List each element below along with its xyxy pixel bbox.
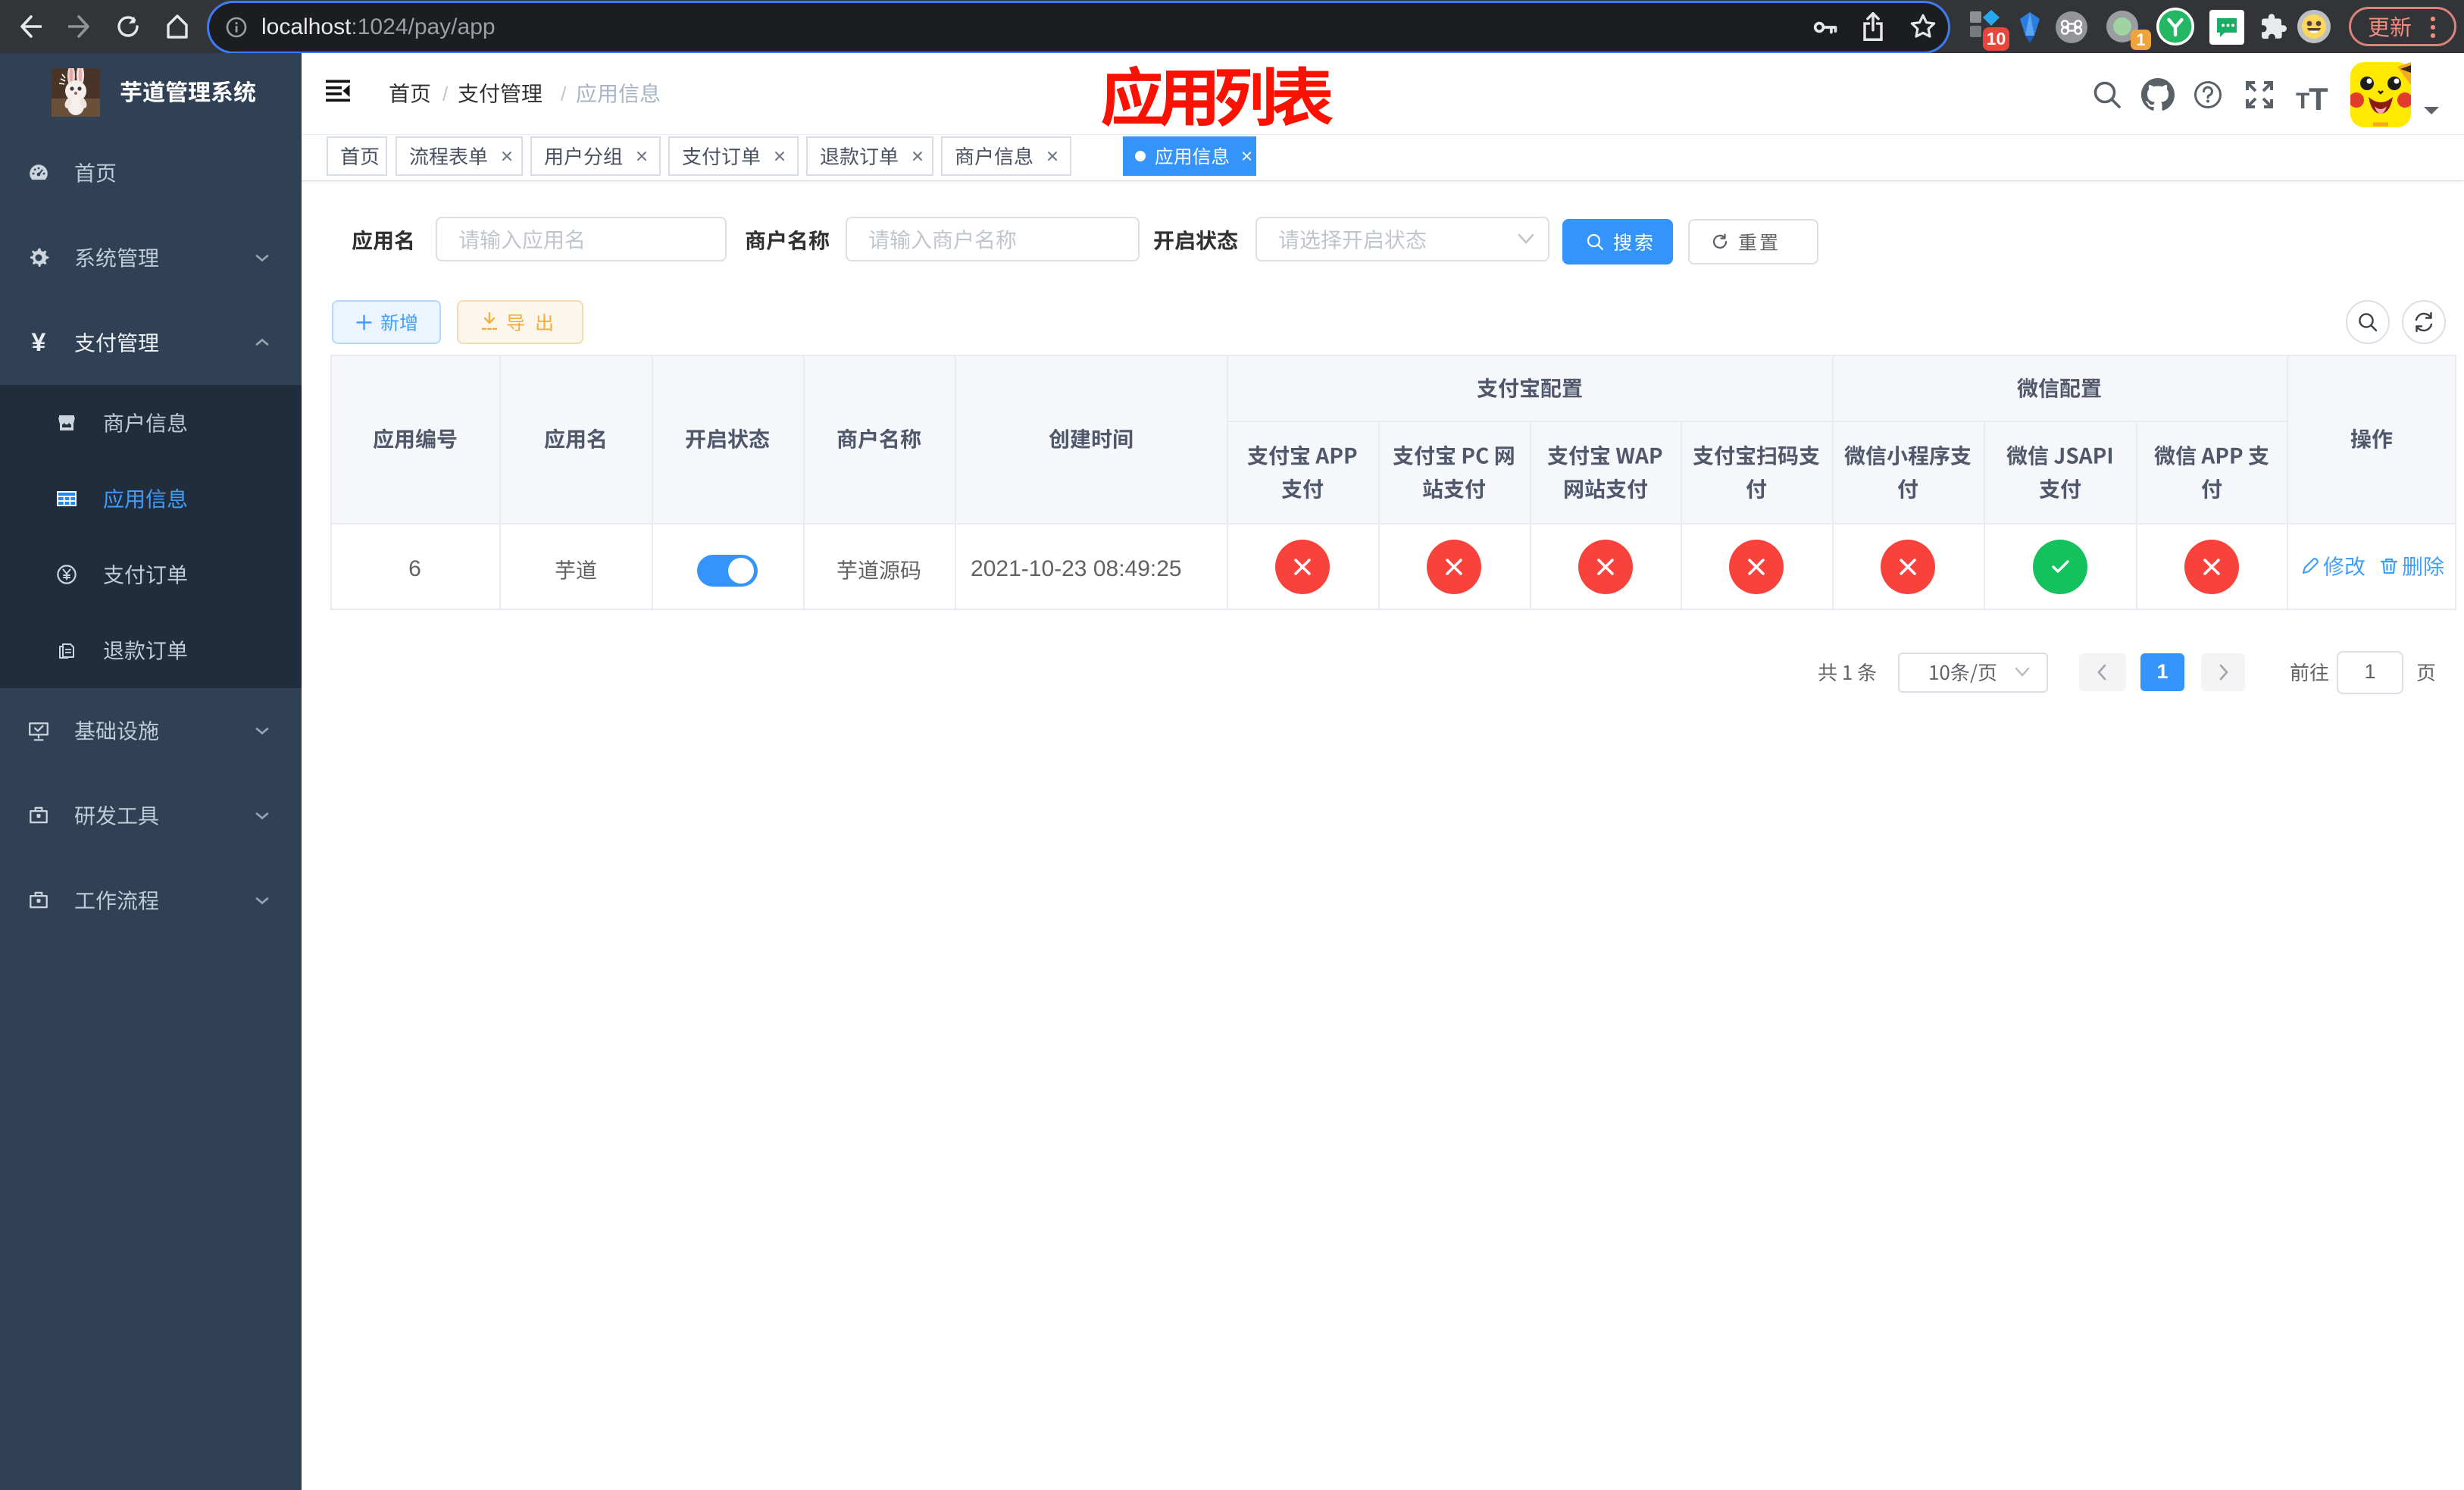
- svg-text:1: 1: [2136, 30, 2145, 49]
- svg-text:10: 10: [1987, 29, 2006, 49]
